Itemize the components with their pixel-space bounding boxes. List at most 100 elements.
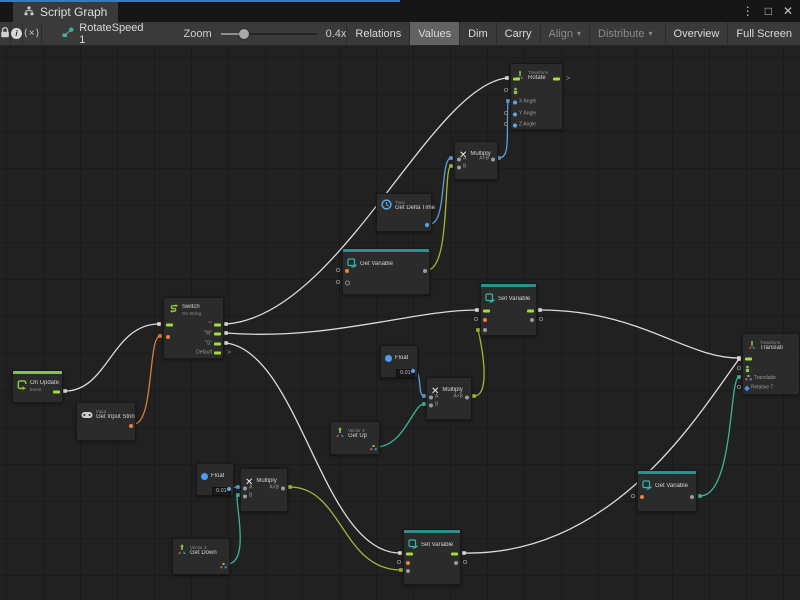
node-get-delta-time[interactable]: TimeGet Delta Time — [376, 193, 432, 232]
node-set-variable-mid[interactable]: Set Variable — [480, 283, 537, 336]
node-rotate[interactable]: TransformRotateX AngleY AngleZ Angle — [510, 63, 563, 130]
port-flow[interactable] — [513, 78, 520, 81]
event-icon — [17, 377, 27, 395]
node-title: Get Delta Time — [395, 205, 435, 212]
node-get-up[interactable]: Vector 3Get Up — [330, 421, 380, 455]
close-icon[interactable]: ✕ — [783, 4, 793, 18]
node-header: Vector 3Get Up — [331, 422, 379, 444]
node-title: On Update — [30, 380, 59, 387]
node-on-update[interactable]: On UpdateEvent — [12, 370, 63, 403]
clock-icon — [381, 197, 392, 215]
tab-title: Script Graph — [40, 5, 107, 19]
node-title: Set Variable — [498, 296, 530, 303]
graph-toolbar: i ⟨×⟩ RotateSpeed 1 Zoom 0.4x RelationsV… — [0, 22, 800, 46]
port-dot[interactable] — [640, 495, 644, 499]
tab-script-graph[interactable]: Script Graph — [13, 2, 118, 22]
port-figure[interactable] — [513, 88, 518, 95]
port-dot[interactable] — [483, 328, 487, 332]
port-dot[interactable] — [425, 223, 429, 227]
node-multiply-bottom[interactable]: ✕MultiplyAA×BB — [240, 468, 288, 512]
node-get-input-string[interactable]: InputGet Input Strin — [76, 402, 136, 441]
port-translatio[interactable]: Translatio — [745, 375, 776, 381]
port-a[interactable]: A — [429, 395, 438, 400]
port-dot[interactable] — [406, 569, 410, 573]
port-xangle[interactable]: X Angle — [513, 100, 536, 105]
port-ab[interactable]: A×B — [479, 157, 495, 162]
toolbar-button-carry[interactable]: Carry — [496, 22, 540, 45]
port-dot[interactable] — [454, 561, 458, 565]
port-dot[interactable] — [690, 495, 694, 499]
port-ab[interactable]: A×B — [269, 486, 285, 491]
node-translate[interactable]: TransformTranslatiTranslatioRelative T — [742, 333, 800, 395]
zoom-slider[interactable] — [221, 33, 317, 35]
tab-bar: Script Graph ⋮ □ ✕ — [0, 0, 800, 22]
port-b[interactable]: B — [243, 494, 252, 499]
node-title: Multiply — [442, 387, 462, 394]
port-figure[interactable] — [745, 366, 750, 373]
graph-canvas[interactable] — [0, 46, 800, 600]
toolbar-button-dim[interactable]: Dim — [459, 22, 496, 45]
port-dot[interactable] — [406, 561, 410, 565]
port-s[interactable]: "S" — [205, 342, 221, 347]
port-b[interactable]: B — [457, 165, 466, 170]
float-icon — [385, 349, 392, 367]
port-dot[interactable] — [411, 369, 415, 373]
port-flow[interactable] — [553, 78, 560, 81]
toolbar-button-relations[interactable]: Relations — [346, 22, 409, 45]
variable-icon — [485, 290, 495, 308]
port-dot[interactable] — [345, 269, 349, 273]
window-menu-icon[interactable]: ⋮ — [742, 4, 754, 18]
toolbar-button-overview[interactable]: Overview — [665, 22, 728, 45]
dropdown-arrow-icon: ▾ — [577, 29, 581, 38]
port-dot[interactable] — [227, 487, 231, 491]
node-float-mid[interactable]: Float0.01 — [380, 345, 418, 378]
zoom-to-fit-button[interactable]: ⟨×⟩ — [23, 22, 42, 45]
node-multiply-mid[interactable]: ✕MultiplyAA×BB — [426, 377, 472, 420]
port-relativet[interactable]: Relative T — [745, 386, 773, 391]
node-get-variable-br[interactable]: Get Variable — [637, 470, 697, 512]
port-dot[interactable] — [483, 318, 487, 322]
port-dot[interactable] — [530, 318, 534, 322]
port-flow[interactable] — [406, 553, 413, 556]
node-set-variable-bottom[interactable]: Set Variable — [403, 529, 461, 585]
port-flow[interactable] — [166, 324, 173, 327]
node-float-bottom[interactable]: Float0.01 — [196, 463, 234, 496]
port-w[interactable]: "W" — [204, 332, 221, 337]
port-flow[interactable] — [527, 310, 534, 313]
info-button[interactable]: i — [11, 22, 23, 45]
port-flow[interactable] — [745, 358, 752, 361]
fit-icon: ⟨×⟩ — [24, 28, 41, 39]
port-flow[interactable] — [53, 391, 60, 394]
port-yangle[interactable]: Y Angle — [513, 112, 536, 117]
port-b[interactable]: B — [429, 403, 438, 408]
zoom-slider-thumb[interactable] — [239, 29, 249, 39]
port-dot[interactable] — [423, 269, 427, 273]
port-dot[interactable] — [129, 424, 133, 428]
toolbar-button-values[interactable]: Values — [409, 22, 459, 45]
node-get-variable-top[interactable]: Get Variable — [342, 248, 430, 295]
toolbar-button-distribute: Distribute▾ — [589, 22, 660, 45]
toolbar-button-full-screen[interactable]: Full Screen — [727, 22, 800, 45]
port-default[interactable]: Default — [196, 351, 221, 356]
maximize-icon[interactable]: □ — [765, 4, 772, 18]
port-ab[interactable]: A×B — [453, 395, 469, 400]
port-a[interactable]: A — [243, 486, 252, 491]
port-vec[interactable] — [220, 563, 227, 569]
node-header: Get Variable — [638, 474, 696, 496]
port-flow[interactable] — [483, 310, 490, 313]
node-switch[interactable]: SwitchOn String"""W""S"Default — [163, 297, 224, 359]
switch-icon — [168, 301, 179, 319]
lock-button[interactable] — [0, 22, 11, 45]
port-vec[interactable] — [370, 445, 377, 451]
node-header: Float — [197, 464, 233, 486]
port-circ[interactable] — [345, 281, 350, 286]
port-dot[interactable] — [166, 335, 170, 339]
port-[interactable]: "" — [208, 323, 221, 328]
port-a[interactable]: A — [457, 157, 466, 162]
port-zangle[interactable]: Z Angle — [513, 123, 536, 128]
lock-icon — [0, 27, 10, 41]
node-multiply-top[interactable]: ✕MultiplyAA×BB — [454, 141, 498, 180]
graph-node-icon — [62, 27, 74, 41]
port-flow[interactable] — [451, 553, 458, 556]
node-get-down[interactable]: Vector 3Get Down — [172, 538, 230, 575]
